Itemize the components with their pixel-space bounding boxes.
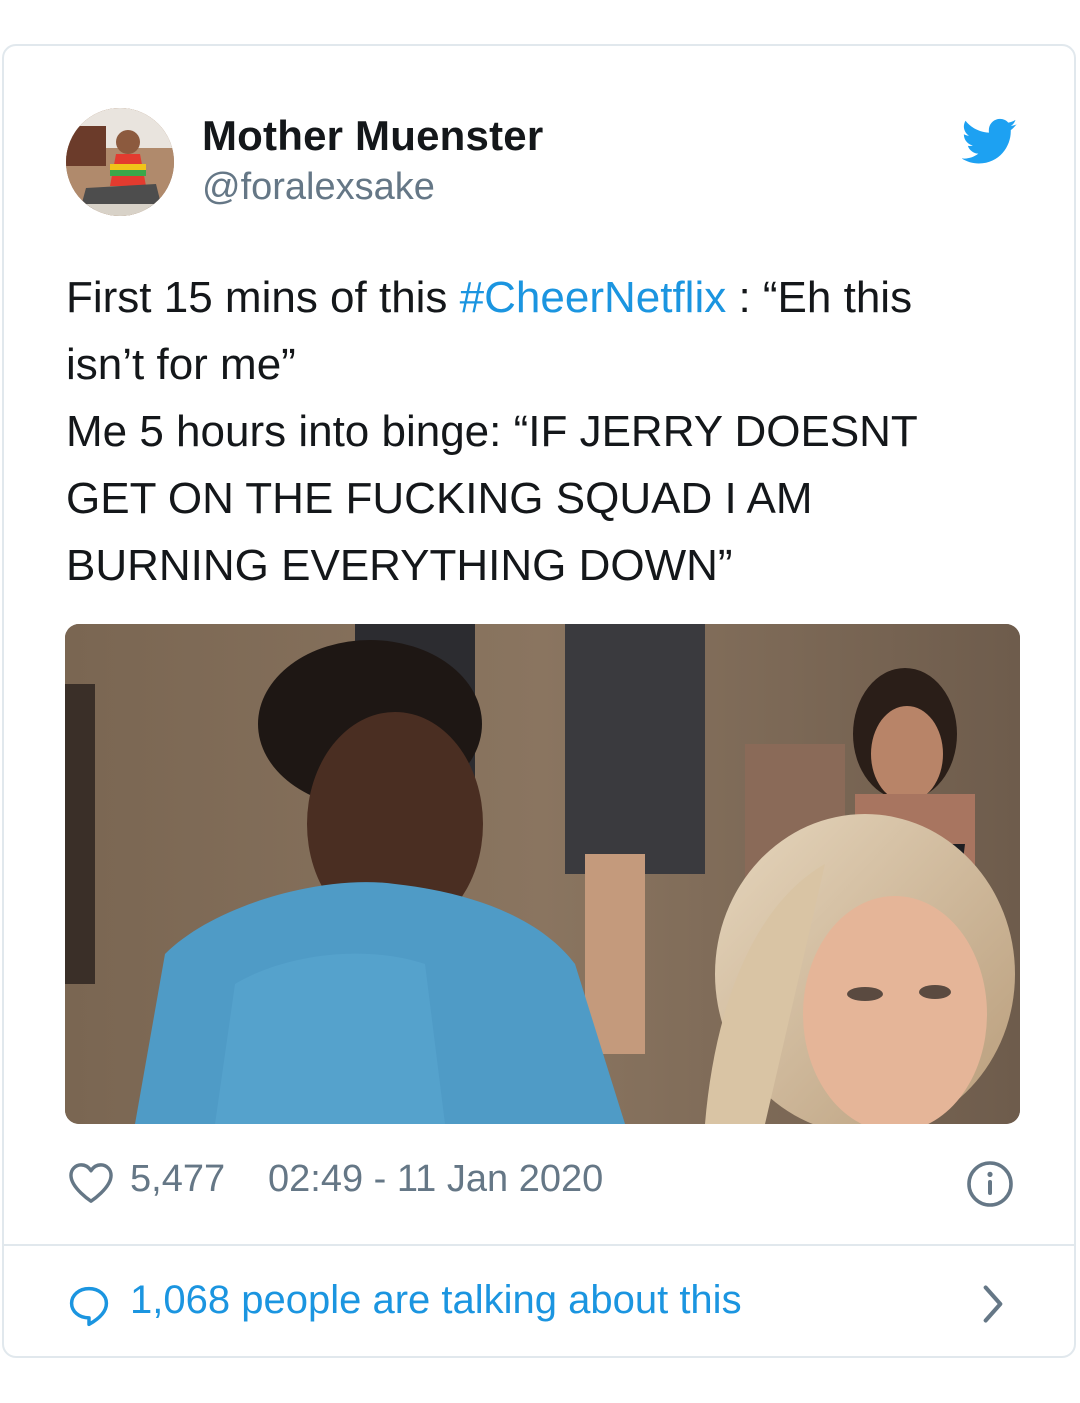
twitter-bird-icon[interactable] — [962, 118, 1018, 166]
tweet-text: First 15 mins of this #CheerNetflix : “E… — [66, 264, 1026, 599]
media-photo — [65, 624, 1020, 1124]
like-count[interactable]: 5,477 — [130, 1158, 225, 1201]
tweet-line-5: BURNING EVERYTHING DOWN” — [66, 541, 733, 590]
author-avatar[interactable] — [66, 108, 174, 216]
tweet-card[interactable]: Mother Muenster @foralexsake First 15 mi… — [2, 44, 1076, 1358]
footer-divider — [4, 1244, 1074, 1246]
speech-bubble-icon — [69, 1286, 109, 1327]
chevron-right-icon[interactable] — [978, 1282, 1008, 1326]
heart-icon[interactable] — [68, 1162, 114, 1204]
tweet-line-1: First 15 mins of this #CheerNetflix : “E… — [66, 264, 1026, 331]
tweet-footer: 5,477 02:49 - 11 Jan 2020 — [68, 1158, 1028, 1210]
conversation-link[interactable]: 1,068 people are talking about this — [66, 1278, 1026, 1330]
tweet-text-segment: First 15 mins of this — [66, 273, 460, 322]
author-display-name[interactable]: Mother Muenster — [202, 112, 543, 160]
author-handle[interactable]: @foralexsake — [202, 166, 435, 209]
tweet-line-3: Me 5 hours into binge: “IF JERRY DOESNT — [66, 407, 918, 456]
tweet-line-4: GET ON THE FUCKING SQUAD I AM — [66, 474, 813, 523]
tweet-text-segment: : “Eh this — [726, 273, 913, 322]
tweet-media-image[interactable] — [65, 624, 1020, 1124]
conversation-label[interactable]: 1,068 people are talking about this — [130, 1278, 742, 1323]
avatar-photo — [66, 108, 174, 216]
hashtag-link[interactable]: #CheerNetflix — [460, 273, 727, 322]
info-icon[interactable] — [966, 1160, 1014, 1208]
tweet-line-2: isn’t for me” — [66, 340, 296, 389]
tweet-timestamp[interactable]: 02:49 - 11 Jan 2020 — [268, 1158, 603, 1201]
